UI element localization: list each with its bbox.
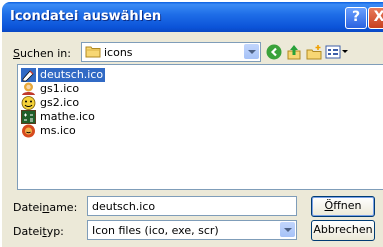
title-bar[interactable]: Icondatei auswählen ? X xyxy=(2,2,383,32)
mathe-icon xyxy=(21,110,36,124)
filetype-label: Dateityp: xyxy=(13,225,64,238)
file-name: ms.ico xyxy=(40,124,76,137)
filename-field[interactable]: deutsch.ico xyxy=(87,196,297,216)
file-open-dialog: Icondatei auswählen ? X Suchen in: icons xyxy=(2,2,383,247)
back-arrow-icon[interactable] xyxy=(266,44,282,60)
gs2-icon xyxy=(21,96,36,110)
new-folder-icon[interactable] xyxy=(306,44,322,60)
dialog-title: Icondatei auswählen xyxy=(10,9,162,24)
views-menu-button[interactable] xyxy=(325,44,348,60)
deutsch-icon xyxy=(21,68,36,82)
filetype-value: Icon files (ico, exe, scr) xyxy=(92,224,219,237)
filetype-combo[interactable]: Icon files (ico, exe, scr) xyxy=(87,220,297,240)
views-dropdown-arrow xyxy=(342,50,348,53)
ms-icon xyxy=(22,124,35,138)
folder-icon xyxy=(85,46,101,58)
close-button[interactable]: X xyxy=(368,7,383,29)
cancel-button[interactable]: Abbrechen xyxy=(311,220,375,241)
close-icon: X xyxy=(373,9,383,25)
file-name: gs2.ico xyxy=(40,96,80,109)
up-folder-icon[interactable] xyxy=(286,44,302,60)
help-button[interactable]: ? xyxy=(345,7,367,29)
file-name: mathe.ico xyxy=(40,110,95,123)
lookin-combo[interactable]: icons xyxy=(81,42,261,62)
views-menu-icon xyxy=(325,45,341,59)
filename-value: deutsch.ico xyxy=(92,200,156,213)
lookin-label: Suchen in: xyxy=(13,47,71,60)
file-name: deutsch.ico xyxy=(38,68,106,82)
help-icon: ? xyxy=(351,9,361,25)
lookin-dropdown-arrow[interactable] xyxy=(244,44,259,59)
filename-label: Dateiname: xyxy=(13,201,78,214)
filetype-dropdown-arrow[interactable] xyxy=(280,222,295,237)
file-list[interactable]: deutsch.ico gs1.ico gs2.ico mathe.ico ms… xyxy=(17,64,383,190)
gs1-icon xyxy=(22,82,35,95)
open-button[interactable]: Öffnen xyxy=(311,196,375,217)
lookin-value: icons xyxy=(104,46,133,59)
file-name: gs1.ico xyxy=(40,82,80,95)
